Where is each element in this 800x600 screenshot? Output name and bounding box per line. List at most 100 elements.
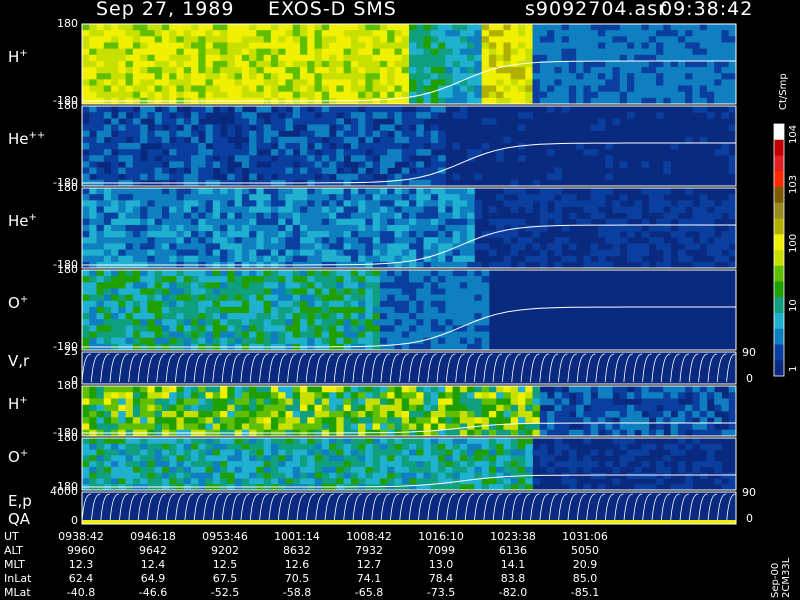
heatmap-cell bbox=[387, 478, 395, 485]
heatmap-cell bbox=[445, 429, 453, 437]
heatmap-cell bbox=[423, 398, 432, 406]
heatmap-cell bbox=[350, 443, 359, 450]
heatmap-cell bbox=[677, 218, 686, 226]
heatmap-cell bbox=[648, 36, 657, 43]
heatmap-cell bbox=[372, 243, 381, 250]
heatmap-cell bbox=[89, 161, 97, 168]
heatmap-cell bbox=[336, 288, 344, 296]
heatmap-cell bbox=[285, 300, 294, 308]
heatmap-cell bbox=[387, 161, 395, 168]
heatmap-cell bbox=[161, 472, 170, 479]
heatmap-cell bbox=[634, 54, 642, 62]
heatmap-cell bbox=[212, 124, 221, 132]
heatmap-cell bbox=[481, 42, 490, 50]
heatmap-cell bbox=[416, 54, 424, 62]
heatmap-cell bbox=[656, 243, 664, 250]
heatmap-cell bbox=[89, 218, 97, 226]
heatmap-cell bbox=[706, 392, 715, 399]
heatmap-cell bbox=[321, 73, 330, 80]
heatmap-cell bbox=[561, 200, 570, 207]
heatmap-cell bbox=[692, 60, 701, 68]
heatmap-cell bbox=[191, 337, 199, 345]
heatmap-cell bbox=[547, 24, 555, 31]
heatmap-cell bbox=[423, 194, 432, 201]
heatmap-cell bbox=[329, 60, 337, 68]
heatmap-cell bbox=[140, 392, 148, 399]
heatmap-cell bbox=[706, 79, 715, 86]
heatmap-cell bbox=[438, 288, 446, 296]
heatmap-cell bbox=[234, 60, 243, 68]
heatmap-cell bbox=[169, 149, 177, 156]
heatmap-cell bbox=[125, 206, 134, 214]
heatmap-cell bbox=[561, 443, 570, 450]
heatmap-cell bbox=[518, 188, 526, 195]
heatmap-cell bbox=[518, 73, 526, 80]
heatmap-cell bbox=[300, 36, 308, 43]
heatmap-cell bbox=[220, 478, 228, 485]
heatmap-cell bbox=[329, 48, 337, 56]
heatmap-cell bbox=[554, 443, 562, 450]
heatmap-cell bbox=[132, 218, 141, 226]
heatmap-cell bbox=[191, 188, 199, 195]
heatmap-cell bbox=[256, 386, 265, 393]
heatmap-cell bbox=[510, 455, 519, 462]
heatmap-cell bbox=[554, 243, 562, 250]
heatmap-cell bbox=[343, 288, 352, 296]
heatmap-cell bbox=[249, 48, 257, 56]
heatmap-cell bbox=[648, 67, 657, 74]
heatmap-cell bbox=[438, 386, 446, 393]
heatmap-cell bbox=[205, 73, 214, 80]
heatmap-cell bbox=[379, 443, 388, 450]
heatmap-cell bbox=[656, 188, 664, 195]
colorbar-tick-label: 103 bbox=[788, 174, 799, 194]
heatmap-cell bbox=[285, 167, 294, 175]
heatmap-cell bbox=[539, 206, 548, 214]
heatmap-cell bbox=[321, 142, 330, 150]
heatmap-cell bbox=[147, 91, 156, 99]
heatmap-cell bbox=[474, 455, 483, 462]
heatmap-cell bbox=[336, 212, 344, 220]
heatmap-cell bbox=[452, 300, 461, 308]
heatmap-cell bbox=[154, 173, 163, 181]
heatmap-cell bbox=[249, 194, 257, 201]
heatmap-cell bbox=[677, 91, 686, 99]
heatmap-cell bbox=[656, 79, 664, 86]
heatmap-cell bbox=[256, 224, 265, 232]
heatmap-cell bbox=[263, 48, 272, 56]
heatmap-cell bbox=[169, 243, 177, 250]
heatmap-cell bbox=[89, 255, 97, 263]
heatmap-cell bbox=[699, 97, 708, 105]
heatmap-cell bbox=[82, 212, 90, 220]
heatmap-cell bbox=[728, 200, 737, 207]
heatmap-cell bbox=[445, 417, 453, 424]
heatmap-cell bbox=[82, 24, 90, 31]
heatmap-cell bbox=[125, 118, 134, 125]
heatmap-cell bbox=[198, 67, 206, 74]
heatmap-cell bbox=[350, 331, 359, 339]
heatmap-cell bbox=[503, 54, 512, 62]
heatmap-cell bbox=[372, 212, 381, 220]
heatmap-cell bbox=[627, 85, 635, 93]
heatmap-cell bbox=[263, 270, 272, 277]
heatmap-cell bbox=[183, 313, 192, 320]
heatmap-cell bbox=[656, 194, 664, 201]
heatmap-cell bbox=[416, 270, 424, 277]
heatmap-cell bbox=[140, 249, 148, 257]
heatmap-cell bbox=[176, 478, 185, 485]
heatmap-cell bbox=[525, 417, 533, 424]
heatmap-cell bbox=[634, 224, 642, 232]
heatmap-cell bbox=[409, 423, 417, 431]
heatmap-cell bbox=[416, 300, 424, 308]
heatmap-cell bbox=[358, 455, 366, 462]
heatmap-cell bbox=[183, 438, 192, 445]
heatmap-cell bbox=[539, 461, 548, 468]
heatmap-cell bbox=[394, 194, 403, 201]
heatmap-cell bbox=[307, 417, 315, 424]
heatmap-cell bbox=[576, 461, 584, 468]
heatmap-cell bbox=[554, 392, 562, 399]
heatmap-cell bbox=[198, 243, 206, 250]
heatmap-cell bbox=[161, 337, 170, 345]
heatmap-cell bbox=[300, 438, 308, 445]
heatmap-cell bbox=[728, 124, 737, 132]
heatmap-cell bbox=[350, 466, 359, 474]
